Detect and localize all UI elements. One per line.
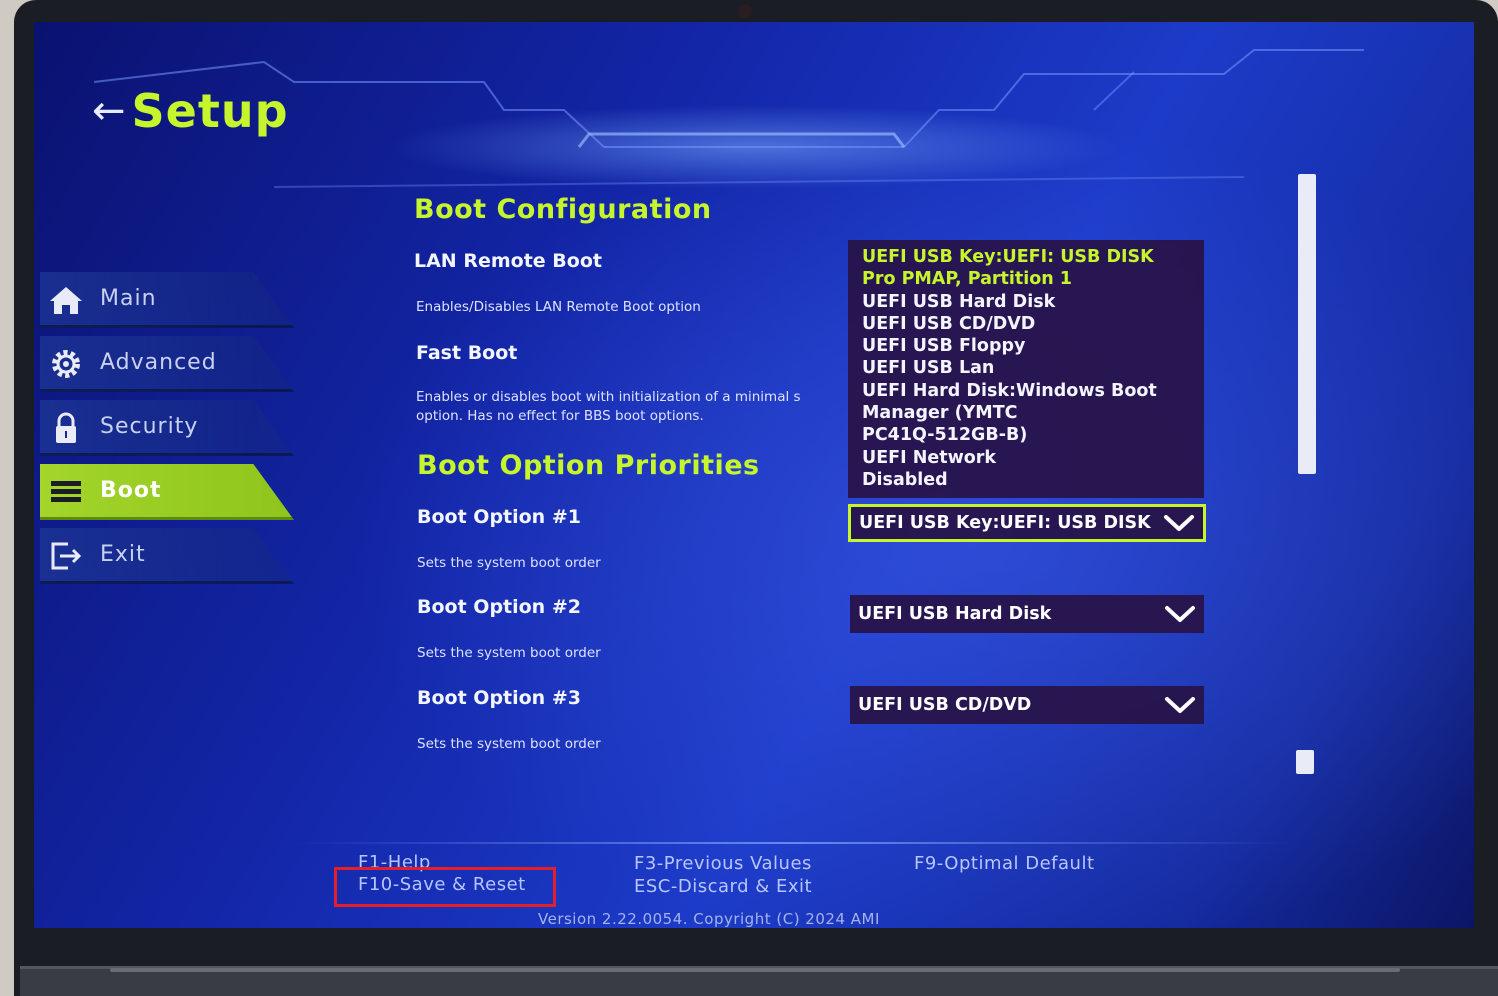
lan-remote-boot-label[interactable]: LAN Remote Boot	[414, 250, 602, 272]
fast-boot-help: Enables or disables boot with initializa…	[416, 388, 848, 426]
dropdown-option[interactable]: UEFI USB Floppy	[862, 335, 1190, 357]
sidebar-item-main[interactable]: Main	[40, 272, 294, 328]
footer-divider	[294, 842, 1294, 844]
boot-configuration-heading: Boot Configuration	[414, 194, 712, 225]
boot-option-priorities-heading: Boot Option Priorities	[417, 450, 760, 481]
chevron-down-icon	[1165, 697, 1195, 713]
boot-option-3-label[interactable]: Boot Option #3	[417, 687, 581, 709]
boot-option-1-value: UEFI USB Key:UEFI: USB DISK	[859, 513, 1151, 533]
fast-boot-help-line-1: Enables or disables boot with initializa…	[416, 389, 801, 405]
boot-option-1-select[interactable]: UEFI USB Key:UEFI: USB DISK	[848, 504, 1206, 542]
sidebar-item-boot[interactable]: Boot	[40, 464, 294, 520]
f3-previous-values-hint: F3-Previous Values	[634, 853, 812, 874]
boot-option-3-select[interactable]: UEFI USB CD/DVD	[850, 686, 1204, 724]
dropdown-option[interactable]: UEFI USB Lan	[862, 357, 1190, 379]
sidebar-nav: Main Advanced Security Boot Exit	[40, 272, 294, 592]
dropdown-option[interactable]: UEFI USB Hard Disk	[862, 291, 1190, 313]
boot-option-1-label[interactable]: Boot Option #1	[417, 506, 581, 528]
lock-icon	[56, 412, 76, 443]
chevron-down-icon	[1165, 606, 1195, 622]
f9-optimal-default-hint: F9-Optimal Default	[914, 853, 1095, 874]
arrow-left-icon[interactable]: ←	[92, 91, 126, 131]
scrollbar-thumb[interactable]	[1298, 174, 1316, 474]
esc-discard-exit-hint: ESC-Discard & Exit	[634, 876, 813, 897]
fast-boot-help-line-2: option. Has no effect for BBS boot optio…	[416, 408, 704, 424]
boot-option-3-help: Sets the system boot order	[417, 736, 601, 752]
dropdown-option[interactable]: Manager (YMTC	[862, 402, 1190, 424]
sidebar-item-exit[interactable]: Exit	[40, 528, 294, 584]
sidebar-item-security[interactable]: Security	[40, 400, 294, 456]
home-icon	[50, 287, 82, 314]
list-icon	[51, 481, 81, 502]
sidebar-item-label: Main	[100, 286, 157, 311]
boot-option-2-value: UEFI USB Hard Disk	[858, 604, 1052, 624]
dropdown-option[interactable]: Pro PMAP, Partition 1	[862, 268, 1190, 290]
boot-option-1-dropdown-list: UEFI USB Key:UEFI: USB DISK Pro PMAP, Pa…	[848, 240, 1204, 498]
webcam	[738, 4, 752, 18]
page-title: Setup	[131, 84, 289, 138]
boot-option-1-help: Sets the system boot order	[417, 555, 601, 571]
dropdown-option[interactable]: UEFI USB CD/DVD	[862, 313, 1190, 335]
dropdown-option[interactable]: UEFI USB Key:UEFI: USB DISK	[862, 246, 1190, 268]
boot-option-2-help: Sets the system boot order	[417, 645, 601, 661]
annotation-highlight-box	[334, 867, 556, 907]
scrollbar-end-marker[interactable]	[1296, 750, 1314, 774]
exit-icon	[51, 542, 82, 570]
boot-option-2-select[interactable]: UEFI USB Hard Disk	[850, 595, 1204, 633]
fast-boot-label[interactable]: Fast Boot	[416, 342, 517, 364]
sidebar-item-label: Security	[100, 414, 199, 439]
bios-screen: ← Setup Main Advanced Security Boot Exit…	[34, 22, 1474, 928]
sidebar-item-advanced[interactable]: Advanced	[40, 336, 294, 392]
sidebar-item-label: Exit	[100, 542, 146, 567]
gear-icon	[52, 350, 80, 378]
boot-option-2-label[interactable]: Boot Option #2	[417, 596, 581, 618]
page-header: ← Setup	[92, 84, 289, 138]
dropdown-option[interactable]: PC41Q-512GB-B)	[862, 424, 1190, 446]
laptop-hinge-line	[110, 968, 1400, 972]
version-info: Version 2.22.0054. Copyright (C) 2024 AM…	[538, 910, 880, 928]
sidebar-item-label: Boot	[100, 478, 162, 503]
dropdown-option[interactable]: Disabled	[862, 469, 1190, 491]
sidebar-item-label: Advanced	[100, 350, 217, 375]
chevron-down-icon	[1164, 515, 1194, 531]
dropdown-option[interactable]: UEFI Network	[862, 447, 1190, 469]
dropdown-option[interactable]: UEFI Hard Disk:Windows Boot	[862, 380, 1190, 402]
lan-remote-boot-help: Enables/Disables LAN Remote Boot option	[416, 299, 701, 315]
boot-option-3-value: UEFI USB CD/DVD	[858, 695, 1032, 715]
